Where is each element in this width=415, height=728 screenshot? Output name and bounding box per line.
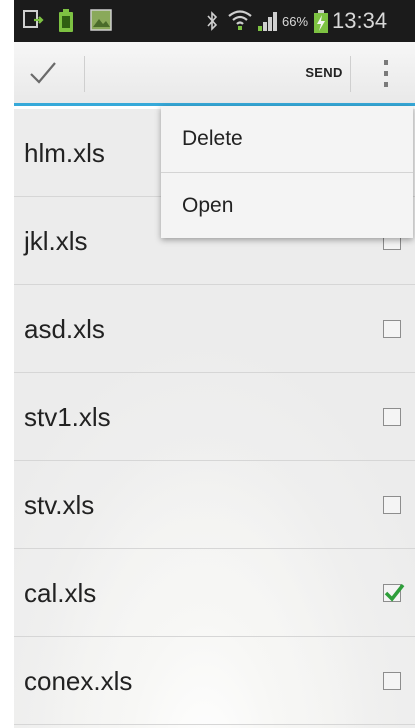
gallery-icon (90, 9, 112, 36)
file-checkbox[interactable] (383, 672, 401, 690)
list-item[interactable]: stv.xls (14, 461, 415, 549)
send-button[interactable]: SEND (284, 42, 364, 103)
overflow-menu: Delete Open (161, 106, 413, 238)
menu-item-delete[interactable]: Delete (161, 106, 413, 172)
signal-icon (256, 10, 280, 37)
status-bar: 66% 13:34 (14, 0, 415, 42)
battery-saver-icon (58, 9, 74, 38)
file-checkbox[interactable] (383, 496, 401, 514)
battery-charging-icon (313, 10, 329, 39)
list-item[interactable]: cal.xls (14, 549, 415, 637)
action-bar-divider (84, 56, 85, 92)
file-checkbox-checked[interactable] (383, 583, 405, 602)
bluetooth-icon (206, 11, 218, 36)
action-bar-divider (350, 56, 351, 92)
screenshot-icon (22, 9, 44, 36)
list-item[interactable]: stv1.xls (14, 373, 415, 461)
clock: 13:34 (332, 8, 388, 33)
file-name: hlm.xls (24, 138, 105, 168)
file-name: stv.xls (24, 490, 95, 520)
battery-percent: 66% (282, 14, 309, 29)
wifi-icon (228, 9, 252, 36)
check-icon[interactable] (28, 60, 58, 91)
action-bar: SEND (14, 42, 415, 106)
file-checkbox[interactable] (383, 408, 401, 426)
file-name: conex.xls (24, 666, 133, 696)
file-name: asd.xls (24, 314, 105, 344)
file-name: cal.xls (24, 578, 97, 608)
checkmark-icon (384, 583, 405, 602)
menu-item-open[interactable]: Open (161, 173, 413, 239)
file-name: stv1.xls (24, 402, 111, 432)
file-name: jkl.xls (24, 226, 88, 256)
overflow-menu-icon[interactable] (376, 56, 396, 92)
list-item[interactable]: conex.xls (14, 637, 415, 725)
list-item[interactable]: asd.xls (14, 285, 415, 373)
file-checkbox[interactable] (383, 320, 401, 338)
